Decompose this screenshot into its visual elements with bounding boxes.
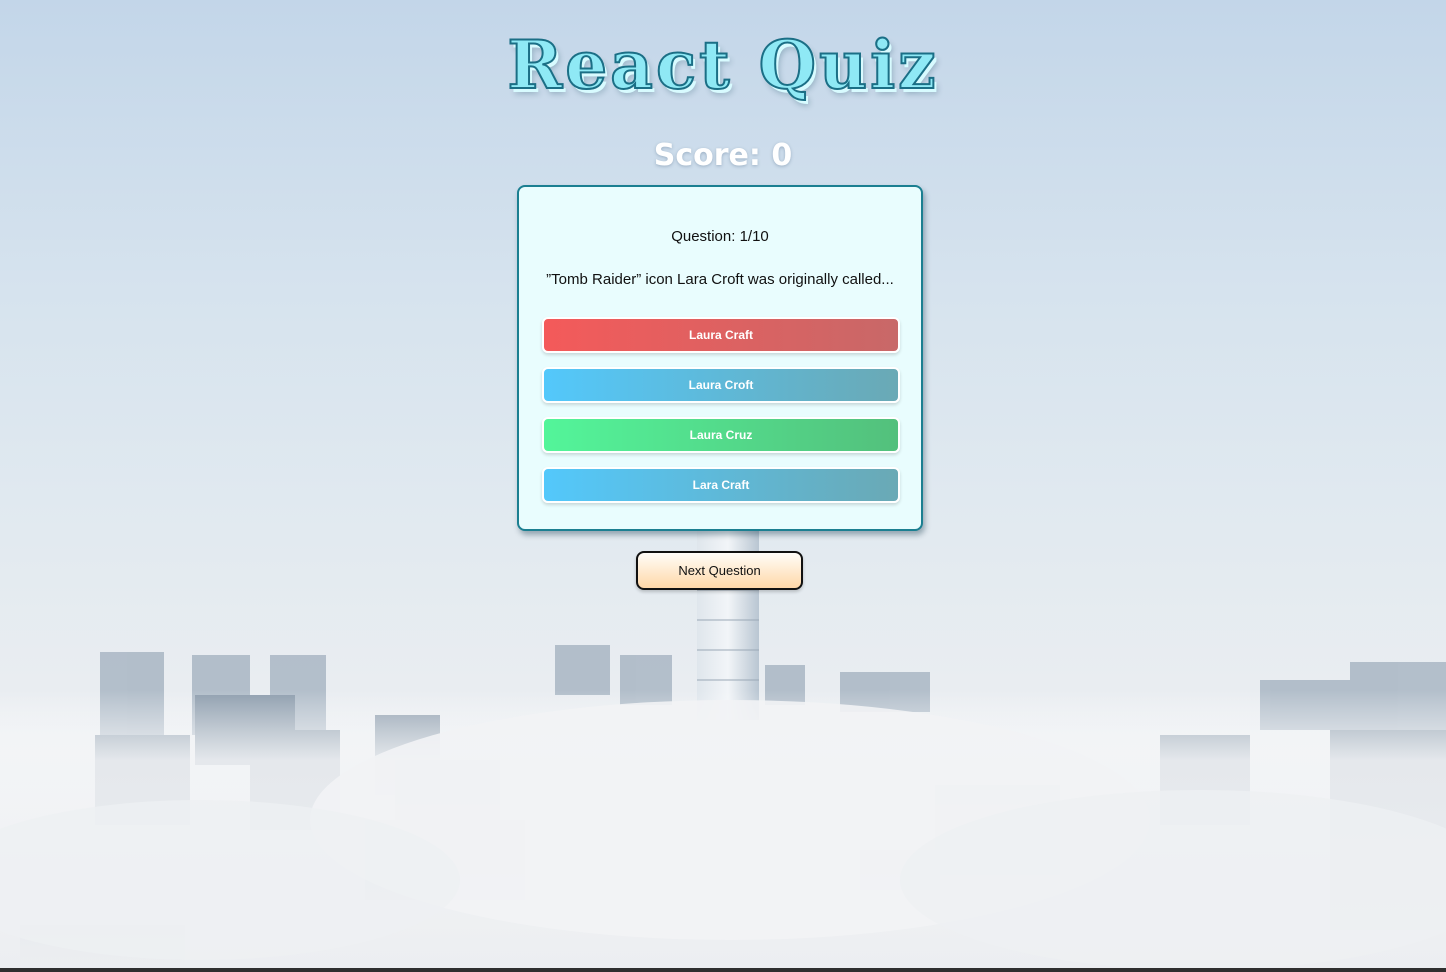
question-counter: Question: 1/10 — [671, 228, 769, 245]
question-text: ”Tomb Raider” icon Lara Croft was origin… — [546, 271, 894, 288]
answer-button[interactable]: Laura Cruz — [542, 417, 900, 453]
answer-button[interactable]: Lara Craft — [542, 467, 900, 503]
question-card: Question: 1/10 ”Tomb Raider” icon Lara C… — [517, 185, 923, 531]
app-title: React Quiz — [506, 25, 939, 105]
answer-button[interactable]: Laura Craft — [542, 317, 900, 353]
bottom-bar — [0, 968, 1446, 972]
answer-button[interactable]: Laura Croft — [542, 367, 900, 403]
score-display: Score: 0 — [653, 138, 793, 173]
next-question-button[interactable]: Next Question — [636, 551, 803, 590]
